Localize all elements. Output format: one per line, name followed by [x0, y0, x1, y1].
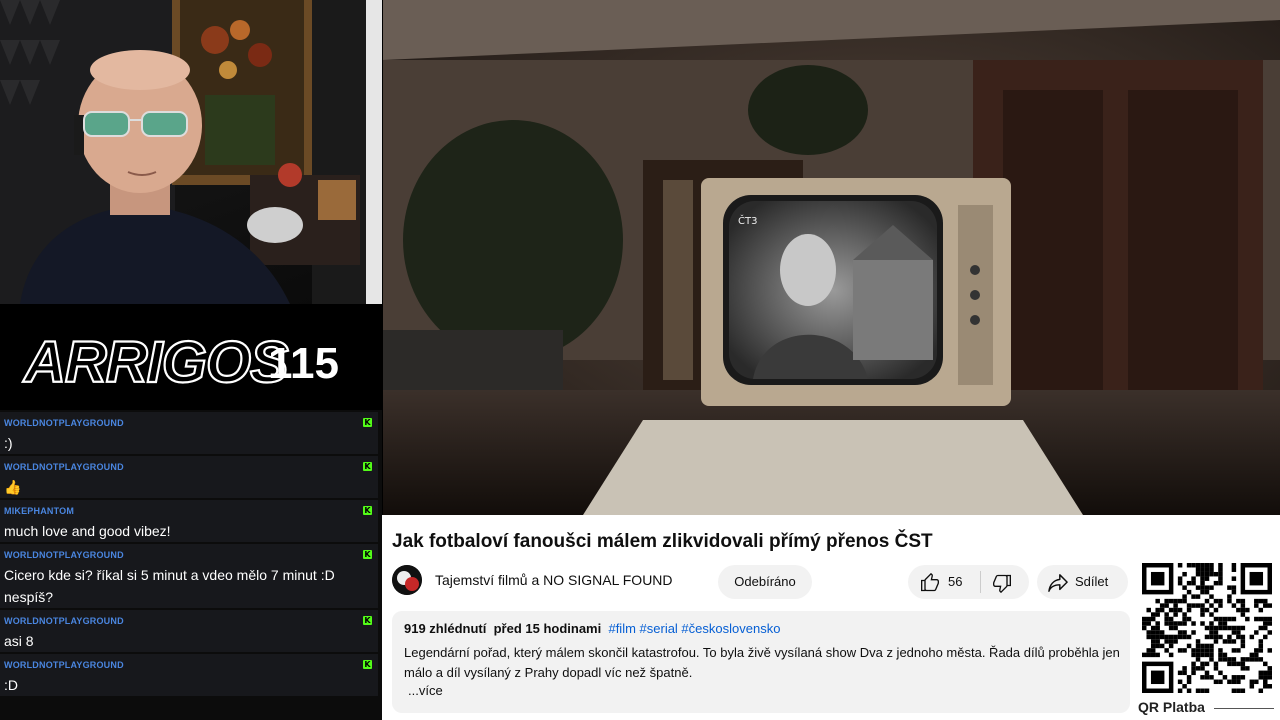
chat-text: Cicero kde si? říkal si 5 minut a vdeo m…: [4, 567, 335, 605]
tv-channel-logo: ČT3: [738, 214, 757, 227]
thumbs-down-icon[interactable]: [992, 573, 1012, 598]
chat-text: much love and good vibez!: [4, 523, 171, 539]
chat-message: MIKEPHANTOM K much love and good vibez!: [0, 500, 378, 542]
webcam-feed: [0, 0, 382, 304]
hashtags[interactable]: #film #serial #československo: [608, 621, 780, 636]
description-meta: 919 zhlédnutí před 15 hodinami #film #se…: [404, 621, 780, 636]
kick-badge-icon: K: [363, 660, 372, 669]
qr-code-icon: [1142, 563, 1272, 693]
divider: [980, 571, 981, 593]
chat-message: WORLDNOTPLAYGROUND K :D: [0, 654, 378, 696]
branding-number: 115: [268, 339, 339, 388]
channel-name[interactable]: Tajemství filmů a NO SIGNAL FOUND: [435, 572, 673, 588]
divider: [1214, 708, 1274, 709]
thumbs-up-icon[interactable]: [920, 572, 940, 598]
description-text: Legendární pořad, který málem skončil ka…: [404, 645, 1120, 680]
chat-message: WORLDNOTPLAYGROUND K :): [0, 412, 378, 454]
video-frame: ČT3: [383, 0, 1280, 515]
chat-panel: WORLDNOTPLAYGROUND K :) WORLDNOTPLAYGROU…: [0, 410, 382, 720]
kick-badge-icon: K: [363, 462, 372, 471]
share-arrow-icon: [1047, 573, 1069, 598]
branding-name: ARRIGOS: [22, 330, 289, 395]
chat-username: WORLDNOTPLAYGROUND: [4, 616, 124, 626]
subscribe-button[interactable]: Odebíráno: [718, 565, 812, 599]
show-more-link[interactable]: ...více: [408, 683, 443, 698]
video-player[interactable]: ČT3: [383, 0, 1280, 515]
branding-logo: ARRIGOS 115: [21, 329, 339, 396]
chat-username: WORLDNOTPLAYGROUND: [4, 660, 124, 670]
chat-message: WORLDNOTPLAYGROUND K 👍: [0, 456, 378, 498]
chat-text: :D: [4, 677, 18, 693]
stream-branding: ARRIGOS 115: [0, 304, 382, 410]
kick-badge-icon: K: [363, 506, 372, 515]
webcam-scene: [0, 0, 382, 304]
channel-avatar-icon[interactable]: [392, 565, 422, 595]
qr-payment: QR Platba: [1134, 555, 1280, 720]
chat-username: MIKEPHANTOM: [4, 506, 75, 516]
video-title: Jak fotbaloví fanoušci málem zlikvidoval…: [392, 531, 933, 552]
share-label: Sdílet: [1075, 574, 1109, 589]
view-count: 919 zhlédnutí: [404, 621, 487, 636]
chat-username: WORLDNOTPLAYGROUND: [4, 550, 124, 560]
chat-username: WORLDNOTPLAYGROUND: [4, 462, 124, 472]
chat-username: WORLDNOTPLAYGROUND: [4, 418, 124, 428]
video-info-panel: Jak fotbaloví fanoušci málem zlikvidoval…: [382, 515, 1280, 720]
like-count: 56: [948, 574, 963, 589]
description-box[interactable]: 919 zhlédnutí před 15 hodinami #film #se…: [392, 611, 1130, 713]
kick-badge-icon: K: [363, 550, 372, 559]
like-dislike-group: 56: [908, 565, 1029, 599]
share-button[interactable]: Sdílet: [1037, 565, 1128, 599]
chat-message: WORLDNOTPLAYGROUND K asi 8: [0, 610, 378, 652]
kick-badge-icon: K: [363, 418, 372, 427]
chat-text: asi 8: [4, 633, 34, 649]
upload-age: před 15 hodinami: [493, 621, 602, 636]
chat-text: :): [4, 435, 13, 451]
qr-label: QR Platba: [1138, 699, 1205, 715]
kick-badge-icon: K: [363, 616, 372, 625]
chat-message: WORLDNOTPLAYGROUND K Cicero kde si? říka…: [0, 544, 378, 608]
chat-text: 👍: [4, 479, 22, 495]
